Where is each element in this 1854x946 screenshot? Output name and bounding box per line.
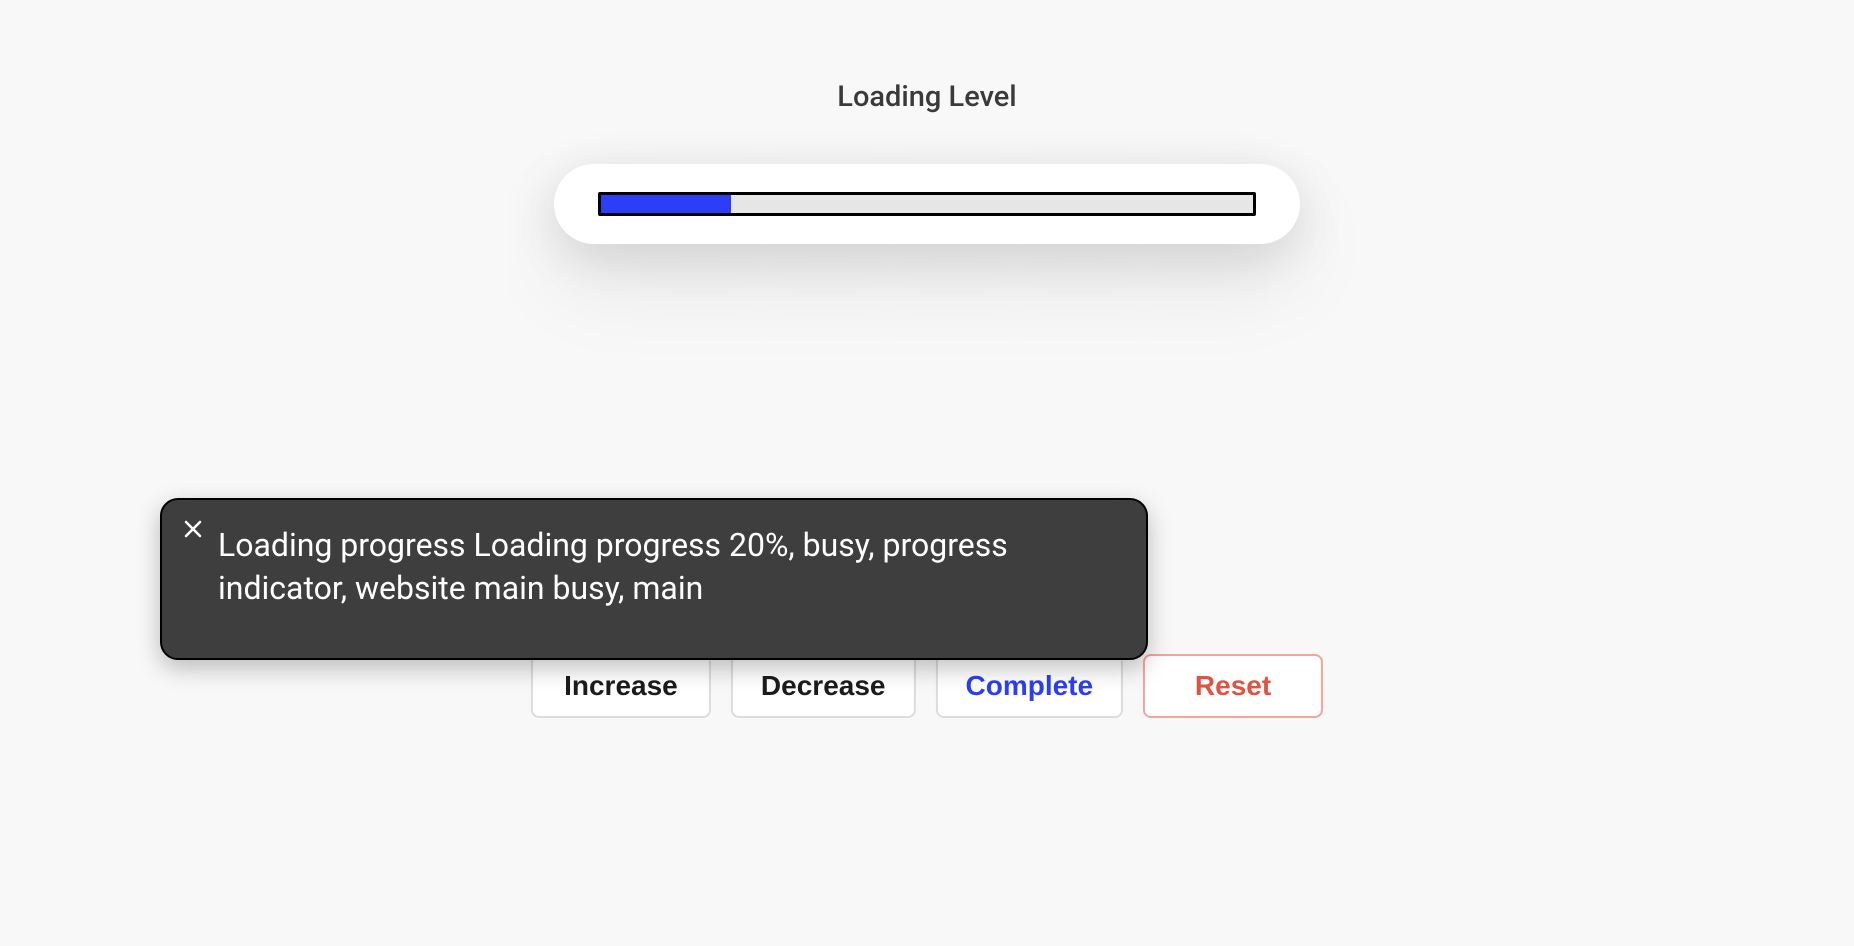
main-container: Loading Level [0, 0, 1854, 244]
progress-fill [601, 195, 731, 213]
complete-button[interactable]: Complete [935, 654, 1123, 718]
buttons-row: Increase Decrease Complete Reset [531, 654, 1323, 718]
progress-card [554, 164, 1300, 244]
accessibility-tooltip: Loading progress Loading progress 20%, b… [160, 498, 1148, 660]
decrease-button[interactable]: Decrease [731, 654, 916, 718]
tooltip-text: Loading progress Loading progress 20%, b… [218, 524, 1110, 610]
progress-bar[interactable] [598, 192, 1256, 216]
close-icon[interactable] [182, 518, 204, 540]
increase-button[interactable]: Increase [531, 654, 711, 718]
page-heading: Loading Level [837, 80, 1016, 114]
reset-button[interactable]: Reset [1143, 654, 1323, 718]
